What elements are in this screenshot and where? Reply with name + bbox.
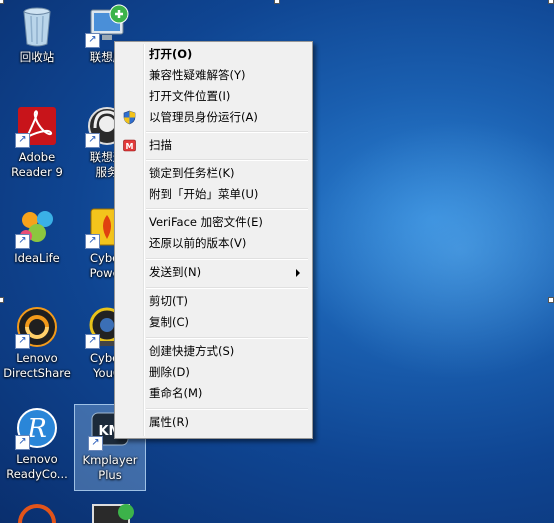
svg-text:M: M [126, 142, 134, 151]
menu-item-run-as-admin[interactable]: 以管理员身份运行(A) [117, 107, 310, 128]
menu-item-label: 打开文件位置(I) [149, 89, 231, 103]
shortcut-arrow-icon: ↗ [15, 435, 30, 450]
menu-item-veriface-encrypt[interactable]: VeriFace 加密文件(E) [117, 212, 310, 233]
partial-icon[interactable] [18, 504, 56, 523]
desktop[interactable]: 回收站 ↗ 联想服 ↗ Adobe Reader 9 ↗ 联想通 服务 ↗ Id… [0, 0, 554, 523]
desktop-icon-adobe-reader[interactable]: ↗ Adobe Reader 9 [2, 104, 72, 180]
menu-item-compat-troubleshoot[interactable]: 兼容性疑难解答(Y) [117, 65, 310, 86]
menu-item-scan[interactable]: M 扫描 [117, 135, 310, 156]
shortcut-arrow-icon: ↗ [85, 33, 100, 48]
idealife-icon: ↗ [15, 205, 59, 249]
menu-item-send-to[interactable]: 发送到(N) [117, 262, 310, 283]
scan-m-icon: M [122, 138, 137, 153]
menu-item-cut[interactable]: 剪切(T) [117, 291, 310, 312]
menu-item-label: 兼容性疑难解答(Y) [149, 68, 246, 82]
menu-item-create-shortcut[interactable]: 创建快捷方式(S) [117, 341, 310, 362]
menu-item-label: 扫描 [149, 138, 172, 152]
menu-item-label: 剪切(T) [149, 294, 188, 308]
shortcut-arrow-icon: ↗ [85, 234, 100, 249]
menu-item-label: 以管理员身份运行(A) [149, 110, 258, 124]
partial-icon[interactable] [92, 504, 134, 523]
readycomm-icon: R ↗ [15, 406, 59, 450]
desktop-icon-label: Adobe Reader 9 [11, 150, 63, 179]
desktop-icon-recycle-bin[interactable]: 回收站 [2, 4, 72, 65]
menu-item-copy[interactable]: 复制(C) [117, 312, 310, 333]
desktop-icon-idealife[interactable]: ↗ IdeaLife [2, 205, 72, 266]
menu-item-label: 锁定到任务栏(K) [149, 166, 235, 180]
menu-separator [146, 408, 308, 410]
menu-item-label: 打开(O) [149, 47, 193, 61]
menu-separator [146, 337, 308, 339]
desktop-icon-lenovo-directshare[interactable]: ↗ Lenovo DirectShare [2, 305, 72, 381]
shortcut-arrow-icon: ↗ [85, 334, 100, 349]
menu-item-label: 属性(R) [149, 415, 189, 429]
desktop-icon-label: IdeaLife [14, 251, 60, 265]
selection-handle [548, 0, 554, 4]
shortcut-arrow-icon: ↗ [15, 334, 30, 349]
submenu-arrow-icon [296, 269, 300, 277]
menu-item-delete[interactable]: 删除(D) [117, 362, 310, 383]
menu-item-label: VeriFace 加密文件(E) [149, 215, 263, 229]
menu-item-pin-taskbar[interactable]: 锁定到任务栏(K) [117, 163, 310, 184]
desktop-icon-label: Lenovo DirectShare [3, 351, 71, 380]
selection-handle [274, 0, 280, 4]
selection-handle [0, 297, 4, 303]
menu-item-label: 发送到(N) [149, 265, 202, 279]
menu-separator [146, 131, 308, 133]
menu-item-label: 还原以前的版本(V) [149, 236, 247, 250]
menu-item-restore-versions[interactable]: 还原以前的版本(V) [117, 233, 310, 254]
add-badge-icon [118, 504, 134, 520]
selection-handle [548, 297, 554, 303]
menu-item-rename[interactable]: 重命名(M) [117, 383, 310, 404]
directshare-icon: ↗ [15, 305, 59, 349]
menu-item-label: 重命名(M) [149, 386, 203, 400]
menu-item-label: 复制(C) [149, 315, 190, 329]
shortcut-arrow-icon: ↗ [85, 133, 100, 148]
desktop-icon-lenovo-readycomm[interactable]: R ↗ Lenovo ReadyCo... [2, 406, 72, 482]
menu-item-label: 删除(D) [149, 365, 190, 379]
menu-item-open-file-location[interactable]: 打开文件位置(I) [117, 86, 310, 107]
shortcut-arrow-icon: ↗ [15, 133, 30, 148]
desktop-icon-label: Kmplayer Plus [82, 453, 138, 482]
menu-separator [146, 208, 308, 210]
wallpaper-glow [300, 120, 554, 380]
uac-shield-icon [122, 110, 137, 125]
context-menu[interactable]: 打开(O) 兼容性疑难解答(Y) 打开文件位置(I) 以管理员身份运行(A) M… [114, 41, 313, 439]
menu-separator [146, 287, 308, 289]
menu-separator [146, 258, 308, 260]
menu-item-properties[interactable]: 属性(R) [117, 412, 310, 433]
shortcut-arrow-icon: ↗ [15, 234, 30, 249]
recycle-bin-icon [15, 4, 59, 48]
menu-item-label: 附到「开始」菜单(U) [149, 187, 259, 201]
menu-item-label: 创建快捷方式(S) [149, 344, 235, 358]
adobe-reader-icon: ↗ [15, 104, 59, 148]
menu-separator [146, 159, 308, 161]
desktop-icon-label: Lenovo ReadyCo... [6, 452, 68, 481]
shortcut-arrow-icon: ↗ [88, 436, 103, 451]
menu-item-open[interactable]: 打开(O) [117, 44, 310, 65]
menu-item-pin-start[interactable]: 附到「开始」菜单(U) [117, 184, 310, 205]
desktop-icon-label: 回收站 [19, 50, 55, 64]
